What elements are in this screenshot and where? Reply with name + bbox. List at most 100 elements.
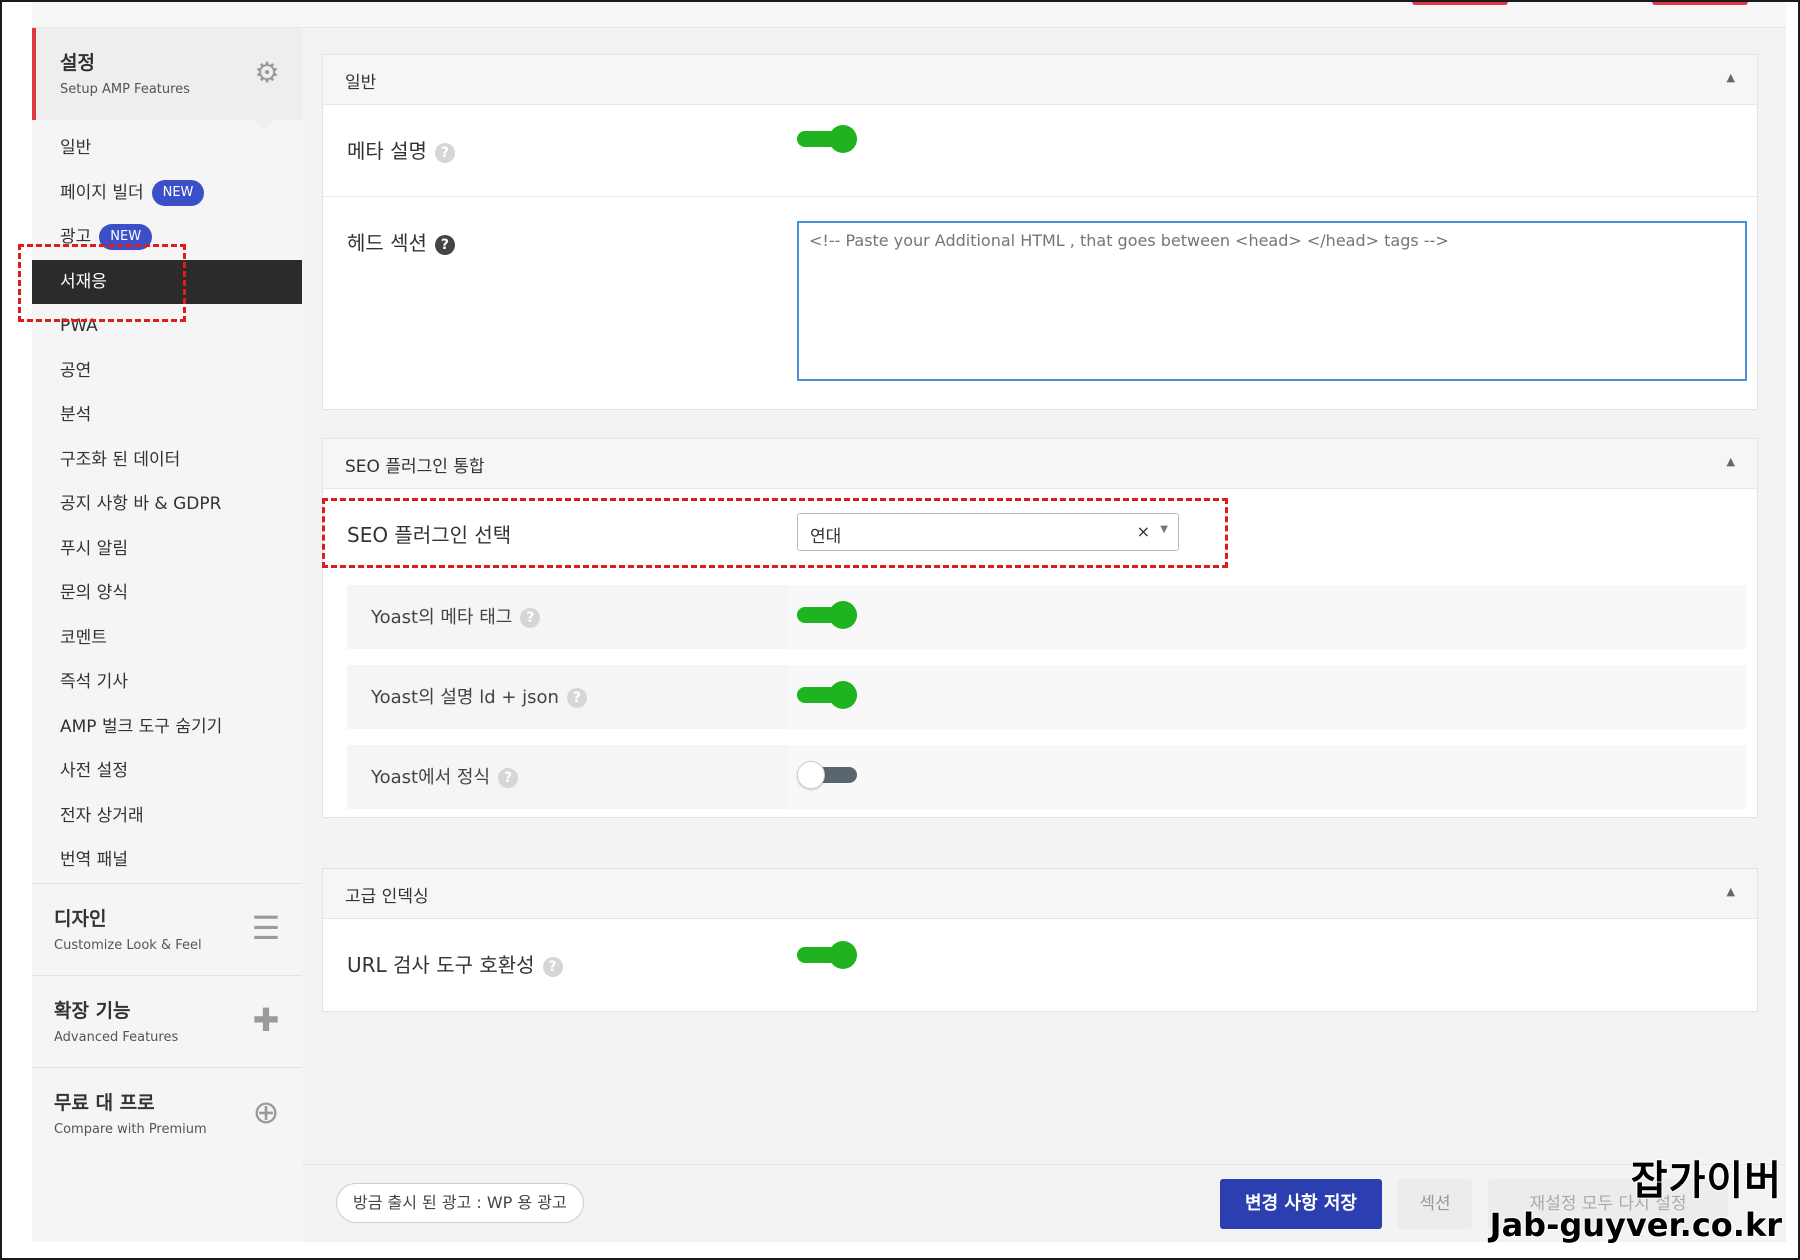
top-tab-indicator[interactable] bbox=[1652, 2, 1748, 5]
section-subtitle: Advanced Features bbox=[54, 1029, 179, 1045]
yoast-meta-tags-label: Yoast의 메타 태그? bbox=[371, 603, 541, 629]
gears-icon: ⚙ bbox=[254, 56, 280, 89]
sidebar-item-performance[interactable]: 공연 bbox=[32, 349, 302, 394]
download-circle-icon: ⊕ bbox=[252, 1092, 280, 1131]
sidebar-item-label: 사전 설정 bbox=[60, 761, 128, 781]
row-yoast-canonical: Yoast에서 정식? bbox=[347, 745, 1747, 809]
collapse-caret-icon[interactable]: ▲ bbox=[1727, 455, 1735, 468]
sidebar-section-extensions[interactable]: 확장 기능 Advanced Features ✚ bbox=[32, 974, 302, 1067]
panel-seo-header[interactable]: SEO 플러그인 통합 ▲ bbox=[323, 439, 1757, 489]
sliders-icon: ☰ bbox=[251, 908, 281, 947]
toggle-knob bbox=[829, 941, 857, 969]
help-icon[interactable]: ? bbox=[566, 688, 587, 708]
sidebar-item-label: 공지 사항 바 & GDPR bbox=[60, 494, 222, 514]
row-value-bg bbox=[787, 745, 1747, 809]
section-title: 디자인 bbox=[54, 907, 107, 930]
sidebar-item-hide-amp-bulk[interactable]: AMP 벌크 도구 숨기기 bbox=[32, 705, 302, 750]
news-pill-link[interactable]: 방금 출시 된 광고 : WP 용 광고 bbox=[336, 1183, 584, 1223]
sidebar-item-translation-panel[interactable]: 번역 패널 bbox=[32, 838, 302, 883]
toggle-knob bbox=[829, 601, 857, 629]
sidebar-item-label: 번역 패널 bbox=[60, 850, 128, 870]
collapse-caret-icon[interactable]: ▲ bbox=[1727, 71, 1735, 84]
option-text: Yoast의 메타 태그 bbox=[371, 607, 513, 628]
panel-seo-integration: SEO 플러그인 통합 ▲ SEO 플러그인 선택 연대 × ▼ Yoast의 … bbox=[322, 438, 1758, 818]
head-section-textarea[interactable] bbox=[797, 221, 1747, 381]
yoast-meta-tags-toggle[interactable] bbox=[797, 601, 857, 629]
section-title: 무료 대 프로 bbox=[54, 1091, 155, 1114]
main-content: 일반 ▲ 메타 설명? 헤드 섹션? SEO 플러그인 통합 ▲ SEO 플러그… bbox=[302, 28, 1786, 1242]
toggle-knob bbox=[797, 761, 825, 789]
row-meta-description: 메타 설명? bbox=[323, 105, 1757, 197]
help-icon[interactable]: ? bbox=[520, 608, 541, 628]
sidebar-item-general[interactable]: 일반 bbox=[32, 126, 302, 171]
collapse-caret-icon[interactable]: ▲ bbox=[1727, 885, 1735, 898]
sidebar-item-label: 전자 상거래 bbox=[60, 805, 144, 826]
url-inspection-label: URL 검사 도구 호환성? bbox=[347, 949, 563, 978]
highlight-seo-plugin-select bbox=[322, 498, 1228, 568]
sidebar-item-presets[interactable]: 사전 설정 bbox=[32, 749, 302, 794]
option-text: Yoast의 설명 ld + json bbox=[371, 687, 559, 708]
head-section-text: 헤드 섹션 bbox=[347, 231, 427, 255]
section-subtitle: Compare with Premium bbox=[54, 1121, 207, 1137]
help-icon[interactable]: ? bbox=[434, 142, 455, 163]
sidebar-item-comments[interactable]: 코멘트 bbox=[32, 616, 302, 661]
panel-title: 고급 인덱싱 bbox=[345, 887, 429, 907]
sidebar-section-free-vs-pro[interactable]: 무료 대 프로 Compare with Premium ⊕ bbox=[32, 1066, 302, 1159]
meta-description-toggle[interactable] bbox=[797, 125, 857, 153]
watermark-url: Jab-guyver.co.kr bbox=[1489, 1205, 1783, 1245]
sidebar-item-label: 코멘트 bbox=[60, 627, 107, 648]
top-tab-indicator[interactable] bbox=[1412, 2, 1508, 5]
sidebar-item-structured-data[interactable]: 구조화 된 데이터 bbox=[32, 438, 302, 483]
yoast-ld-json-toggle[interactable] bbox=[797, 681, 857, 709]
help-icon[interactable]: ? bbox=[498, 768, 519, 788]
option-text: Yoast에서 정식 bbox=[371, 767, 491, 788]
sidebar-item-push-notifications[interactable]: 푸시 알림 bbox=[32, 527, 302, 572]
sidebar-item-label: 푸시 알림 bbox=[60, 538, 128, 559]
sidebar-settings-subtitle: Setup AMP Features bbox=[60, 82, 190, 97]
panel-advanced-indexing: 고급 인덱싱 ▲ URL 검사 도구 호환성? bbox=[322, 868, 1758, 1012]
save-changes-button[interactable]: 변경 사항 저장 bbox=[1220, 1179, 1382, 1229]
panel-general-header[interactable]: 일반 ▲ bbox=[323, 55, 1757, 105]
yoast-canonical-label: Yoast에서 정식? bbox=[371, 763, 519, 789]
row-url-inspection: URL 검사 도구 호환성? bbox=[323, 919, 1757, 1011]
row-yoast-ld-json: Yoast의 설명 ld + json? bbox=[347, 665, 1747, 729]
section-subtitle: Customize Look & Feel bbox=[54, 937, 202, 953]
top-toolbar bbox=[32, 2, 1786, 28]
toggle-knob bbox=[829, 125, 857, 153]
meta-description-text: 메타 설명 bbox=[347, 139, 427, 163]
help-icon[interactable]: ? bbox=[542, 956, 563, 977]
sidebar-item-instant-articles[interactable]: 즉석 기사 bbox=[32, 660, 302, 705]
new-badge: NEW bbox=[151, 179, 205, 206]
section-title: 확장 기능 bbox=[54, 999, 131, 1022]
sidebar: 설정 Setup AMP Features ⚙ 일반 페이지 빌더 NEW 광고 N… bbox=[32, 28, 302, 1242]
panel-advanced-header[interactable]: 고급 인덱싱 ▲ bbox=[323, 869, 1757, 919]
sidebar-item-page-builder[interactable]: 페이지 빌더 NEW bbox=[32, 171, 302, 216]
row-value-bg bbox=[787, 585, 1747, 649]
sidebar-settings-title: 설정 bbox=[60, 52, 95, 74]
sidebar-item-label: 문의 양식 bbox=[60, 583, 128, 603]
panel-general: 일반 ▲ 메타 설명? 헤드 섹션? bbox=[322, 54, 1758, 410]
sidebar-item-label: 페이지 빌더 bbox=[60, 182, 144, 203]
yoast-canonical-toggle[interactable] bbox=[797, 761, 857, 789]
url-inspection-toggle[interactable] bbox=[797, 941, 857, 969]
watermark-title: 잡가이버 bbox=[1630, 1157, 1782, 1205]
sidebar-item-label: 즉석 기사 bbox=[60, 672, 128, 692]
help-icon[interactable]: ? bbox=[434, 234, 455, 255]
head-section-label: 헤드 섹션? bbox=[347, 227, 455, 256]
panel-title: 일반 bbox=[345, 73, 377, 93]
url-inspection-text: URL 검사 도구 호환성 bbox=[347, 953, 535, 977]
sidebar-settings-header[interactable]: 설정 Setup AMP Features ⚙ bbox=[32, 28, 302, 130]
sidebar-item-analytics[interactable]: 분석 bbox=[32, 393, 302, 438]
sidebar-menu: 일반 페이지 빌더 NEW 광고 NEW 서재응 PWA 공연 분석 구조화 된 데… bbox=[32, 126, 302, 883]
row-value-bg bbox=[787, 665, 1747, 729]
sidebar-item-notice-gdpr[interactable]: 공지 사항 바 & GDPR bbox=[32, 482, 302, 527]
sidebar-section-design[interactable]: 디자인 Customize Look & Feel ☰ bbox=[32, 882, 302, 975]
highlight-sidebar-active bbox=[18, 244, 186, 322]
toggle-knob bbox=[829, 681, 857, 709]
section-button[interactable]: 섹션 bbox=[1398, 1179, 1472, 1229]
sidebar-item-ecommerce[interactable]: 전자 상거래 bbox=[32, 794, 302, 839]
panel-title: SEO 플러그인 통합 bbox=[345, 457, 485, 477]
sidebar-item-contact-form[interactable]: 문의 양식 bbox=[32, 571, 302, 616]
sidebar-item-label: 일반 bbox=[60, 138, 92, 158]
sidebar-item-label: AMP 벌크 도구 숨기기 bbox=[60, 716, 223, 737]
